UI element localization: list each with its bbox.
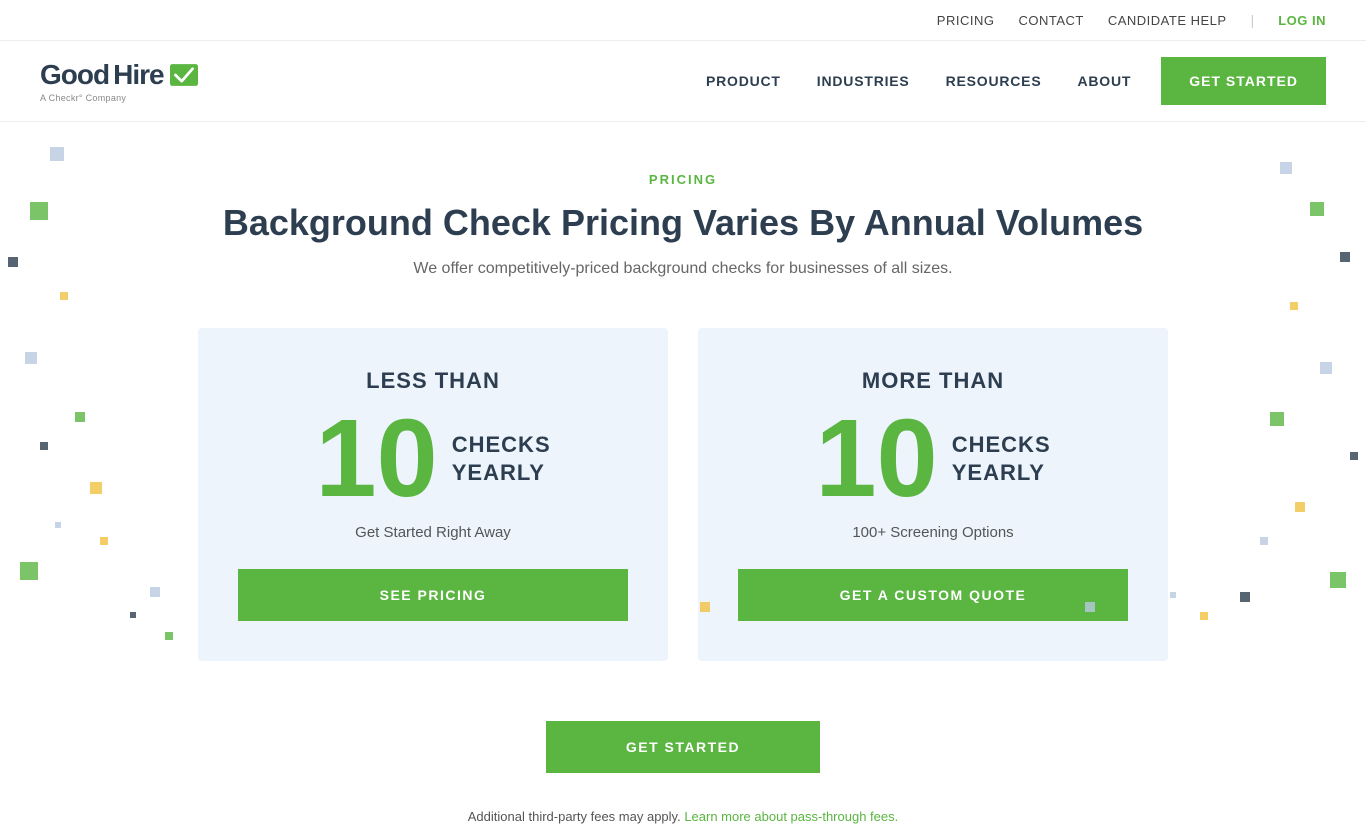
main-nav: GoodHire A Checkr° Company PRODUCT INDUS… bbox=[0, 41, 1366, 122]
get-started-bottom-button[interactable]: GET STARTED bbox=[546, 721, 820, 773]
login-link[interactable]: LOG IN bbox=[1278, 13, 1326, 28]
pricing-card-less: LESS THAN 10 CHECKS YEARLY Get Started R… bbox=[198, 328, 668, 661]
card-less-number: 10 bbox=[315, 404, 437, 514]
card-less-description: Get Started Right Away bbox=[238, 524, 628, 541]
hero-subtitle: We offer competitively-priced background… bbox=[40, 260, 1326, 278]
see-pricing-button[interactable]: SEE PRICING bbox=[238, 569, 628, 621]
card-more-subtitle: MORE THAN bbox=[738, 368, 1128, 394]
footer-note: Additional third-party fees may apply. L… bbox=[0, 793, 1366, 840]
product-nav-link[interactable]: PRODUCT bbox=[706, 73, 781, 89]
card-more-description: 100+ Screening Options bbox=[738, 524, 1128, 541]
resources-nav-link[interactable]: RESOURCES bbox=[946, 73, 1042, 89]
candidate-help-top-link[interactable]: CANDIDATE HELP bbox=[1108, 13, 1227, 28]
card-more-checks: CHECKS YEARLY bbox=[952, 431, 1051, 488]
logo-checkmark-icon bbox=[170, 64, 198, 86]
about-nav-link[interactable]: ABOUT bbox=[1077, 73, 1131, 89]
contact-top-link[interactable]: CONTACT bbox=[1018, 13, 1083, 28]
industries-nav-link[interactable]: INDUSTRIES bbox=[817, 73, 910, 89]
top-nav: PRICING CONTACT CANDIDATE HELP | LOG IN bbox=[0, 0, 1366, 41]
pricing-top-link[interactable]: PRICING bbox=[937, 13, 995, 28]
hero-label: PRICING bbox=[40, 172, 1326, 187]
get-started-header-button[interactable]: GET STARTED bbox=[1161, 57, 1326, 105]
logo[interactable]: GoodHire A Checkr° Company bbox=[40, 59, 198, 103]
main-nav-links: PRODUCT INDUSTRIES RESOURCES ABOUT bbox=[706, 73, 1131, 89]
footer-note-text: Additional third-party fees may apply. bbox=[468, 809, 681, 824]
pricing-cards: LESS THAN 10 CHECKS YEARLY Get Started R… bbox=[0, 328, 1366, 661]
bottom-cta: GET STARTED bbox=[0, 701, 1366, 793]
nav-divider: | bbox=[1251, 12, 1255, 28]
custom-quote-button[interactable]: GET A CUSTOM QUOTE bbox=[738, 569, 1128, 621]
logo-hire-text: Hire bbox=[113, 59, 163, 91]
logo-good-text: Good bbox=[40, 59, 109, 91]
card-less-checks: CHECKS YEARLY bbox=[452, 431, 551, 488]
main-content: PRICING Background Check Pricing Varies … bbox=[0, 122, 1366, 840]
hero-title: Background Check Pricing Varies By Annua… bbox=[40, 201, 1326, 244]
logo-subtitle: A Checkr° Company bbox=[40, 93, 198, 103]
pass-through-fees-link[interactable]: Learn more about pass-through fees. bbox=[684, 809, 898, 824]
hero-section: PRICING Background Check Pricing Varies … bbox=[0, 122, 1366, 328]
card-more-number: 10 bbox=[815, 404, 937, 514]
card-more-number-row: 10 CHECKS YEARLY bbox=[738, 404, 1128, 514]
pricing-card-more: MORE THAN 10 CHECKS YEARLY 100+ Screenin… bbox=[698, 328, 1168, 661]
card-less-subtitle: LESS THAN bbox=[238, 368, 628, 394]
card-less-number-row: 10 CHECKS YEARLY bbox=[238, 404, 628, 514]
